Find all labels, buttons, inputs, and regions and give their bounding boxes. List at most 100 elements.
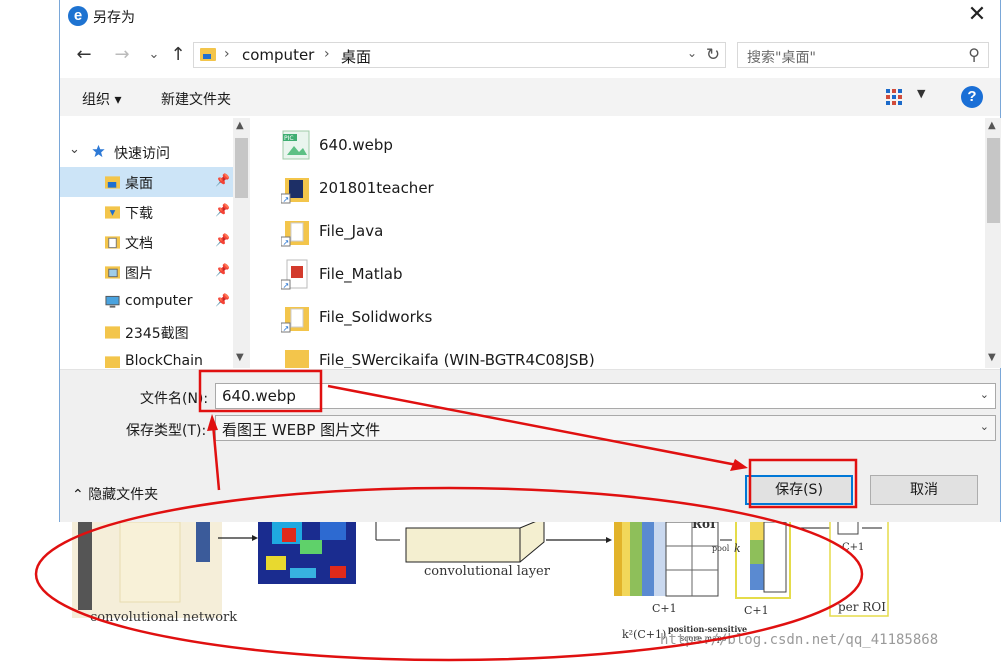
breadcrumb-separator-icon: ›: [224, 46, 230, 62]
search-placeholder: 搜索"桌面": [747, 50, 816, 66]
view-dropdown-icon[interactable]: ▼: [917, 87, 925, 100]
sidebar-item-label: 图片: [125, 266, 153, 282]
address-dropdown-icon[interactable]: ⌄: [687, 46, 697, 60]
save-type-select[interactable]: 看图王 WEBP 图片文件 ⌄: [215, 415, 996, 441]
c-plus-1-left-label: C+1: [652, 602, 677, 615]
svg-text:↗: ↗: [283, 238, 290, 247]
save-form: 文件名(N): 640.webp ⌄ 保存类型(T): 看图王 WEBP 图片文…: [60, 369, 1000, 522]
sidebar-scrollbar[interactable]: ▲ ▼: [233, 118, 250, 368]
breadcrumb-separator-icon: ›: [324, 46, 330, 62]
folder-icon: [105, 356, 120, 368]
forward-arrow-icon[interactable]: →: [111, 44, 133, 66]
pin-icon[interactable]: 📌: [215, 233, 230, 247]
file-name: File_Solidworks: [319, 308, 433, 326]
shortcut-folder-icon: ↗: [281, 178, 309, 204]
pool-label: pool: [712, 544, 730, 553]
address-bar[interactable]: › computer › 桌面 ⌄: [193, 42, 726, 68]
breadcrumb-computer[interactable]: computer: [242, 46, 314, 64]
recent-locations-chevron-icon[interactable]: ⌄: [143, 44, 165, 66]
breadcrumb-desktop[interactable]: 桌面: [341, 46, 371, 67]
filename-input[interactable]: 640.webp ⌄: [215, 383, 996, 409]
navigation-pane: ⌄ 快速访问 桌面 📌 下载 📌 文档 📌 图片 📌 computer 📌 23…: [60, 118, 253, 368]
refresh-icon[interactable]: ↻: [701, 43, 725, 67]
sidebar-item-documents[interactable]: 文档 📌: [60, 227, 233, 257]
close-icon[interactable]: ✕: [962, 2, 992, 30]
expand-chevron-icon[interactable]: ⌄: [69, 142, 80, 157]
desktop-folder-icon: [200, 48, 216, 61]
file-name: File_Matlab: [319, 265, 403, 283]
file-name: File_SWercikaifa (WIN-BGTR4C08JSB): [319, 351, 595, 368]
title-bar: e 另存为 ✕: [60, 0, 1000, 32]
sidebar-item-downloads[interactable]: 下载 📌: [60, 197, 233, 227]
pin-icon[interactable]: 📌: [215, 203, 230, 217]
svg-text:↗: ↗: [283, 195, 290, 204]
c-plus-1-top-label: C+1: [842, 542, 865, 553]
download-folder-icon: [105, 206, 120, 219]
scroll-down-arrow-icon[interactable]: ▼: [236, 352, 244, 363]
conv-layer-label: convolutional layer: [424, 564, 550, 579]
file-name: 201801teacher: [319, 179, 434, 197]
sidebar-item-label: 文档: [125, 236, 153, 252]
folder-icon: [105, 326, 120, 339]
sidebar-item-pictures[interactable]: 图片 📌: [60, 257, 233, 287]
dialog-title: 另存为: [93, 10, 135, 26]
c-plus-1-right-label: C+1: [744, 604, 769, 617]
sidebar-item-blockchain[interactable]: BlockChain: [60, 347, 233, 368]
up-arrow-icon[interactable]: ↑: [167, 44, 189, 66]
sidebar-item-desktop[interactable]: 桌面 📌: [60, 167, 233, 197]
organize-menu[interactable]: 组织 ▾: [82, 89, 121, 109]
shortcut-folder-icon: ↗: [281, 221, 309, 247]
search-icon[interactable]: ⚲: [968, 45, 980, 64]
filename-value: 640.webp: [222, 387, 296, 405]
save-as-dialog: e 另存为 ✕ ← → ⌄ ↑ › computer › 桌面 ⌄ ↻ 搜索"桌…: [59, 0, 1001, 522]
sidebar-item-quick-access[interactable]: ⌄ 快速访问: [60, 137, 233, 167]
scrollbar-thumb[interactable]: [235, 138, 248, 198]
view-icon[interactable]: [885, 88, 903, 106]
list-item[interactable]: PIC 640.webp: [281, 125, 961, 168]
filename-label: 文件名(N):: [140, 391, 209, 407]
sidebar-item-label: BlockChain: [125, 353, 203, 368]
cancel-button[interactable]: 取消: [870, 475, 978, 505]
list-item[interactable]: File_SWercikaifa (WIN-BGTR4C08JSB): [281, 340, 961, 368]
scroll-up-arrow-icon[interactable]: ▲: [236, 120, 244, 131]
list-item[interactable]: ↗ File_Java: [281, 211, 961, 254]
sidebar-item-label: 桌面: [125, 176, 153, 192]
document-folder-icon: [105, 236, 120, 249]
pin-icon[interactable]: 📌: [215, 263, 230, 277]
file-list: PIC 640.webp ↗ 201801teacher ↗ File_Java…: [253, 118, 1001, 368]
list-item[interactable]: ↗ File_Solidworks: [281, 297, 961, 340]
svg-text:↗: ↗: [283, 324, 290, 333]
pin-icon[interactable]: 📌: [215, 173, 230, 187]
file-name: 640.webp: [319, 136, 393, 154]
save-type-label: 保存类型(T):: [126, 423, 207, 439]
sidebar-item-2345-screenshots[interactable]: 2345截图: [60, 317, 233, 347]
sidebar-item-label: 快速访问: [114, 146, 170, 162]
help-icon[interactable]: ?: [961, 86, 983, 108]
watermark: https://blog.csdn.net/qq_41185868: [660, 632, 939, 648]
pin-icon[interactable]: 📌: [215, 293, 230, 307]
network-folder-icon: [285, 350, 309, 368]
file-name: File_Java: [319, 222, 384, 240]
star-icon: [92, 144, 105, 158]
k-label: k: [734, 542, 741, 555]
new-folder-button[interactable]: 新建文件夹: [161, 89, 231, 109]
conv-network-label: convolutional network: [90, 610, 238, 625]
list-item[interactable]: ↗ File_Matlab: [281, 254, 961, 297]
hide-folders-label: 隐藏文件夹: [88, 487, 159, 503]
search-input[interactable]: 搜索"桌面" ⚲: [737, 42, 989, 68]
save-type-value: 看图王 WEBP 图片文件: [222, 421, 381, 439]
page-scrollbar[interactable]: [983, 118, 1001, 522]
sidebar-item-computer[interactable]: computer 📌: [60, 287, 233, 317]
navigation-bar: ← → ⌄ ↑ › computer › 桌面 ⌄ ↻ 搜索"桌面" ⚲: [60, 38, 1000, 72]
browser-icon: e: [68, 6, 88, 26]
save-button[interactable]: 保存(S): [745, 475, 853, 505]
desktop-folder-icon: [105, 176, 120, 189]
chevron-up-icon: ⌃: [72, 487, 84, 503]
computer-icon: [105, 295, 120, 308]
sidebar-item-label: 下载: [125, 206, 153, 222]
list-item[interactable]: ↗ 201801teacher: [281, 168, 961, 211]
back-arrow-icon[interactable]: ←: [73, 44, 95, 66]
sidebar-item-label: 2345截图: [125, 326, 189, 342]
hide-folders-toggle[interactable]: ⌃ 隐藏文件夹: [72, 484, 158, 504]
shortcut-pdf-icon: ↗: [281, 259, 308, 290]
